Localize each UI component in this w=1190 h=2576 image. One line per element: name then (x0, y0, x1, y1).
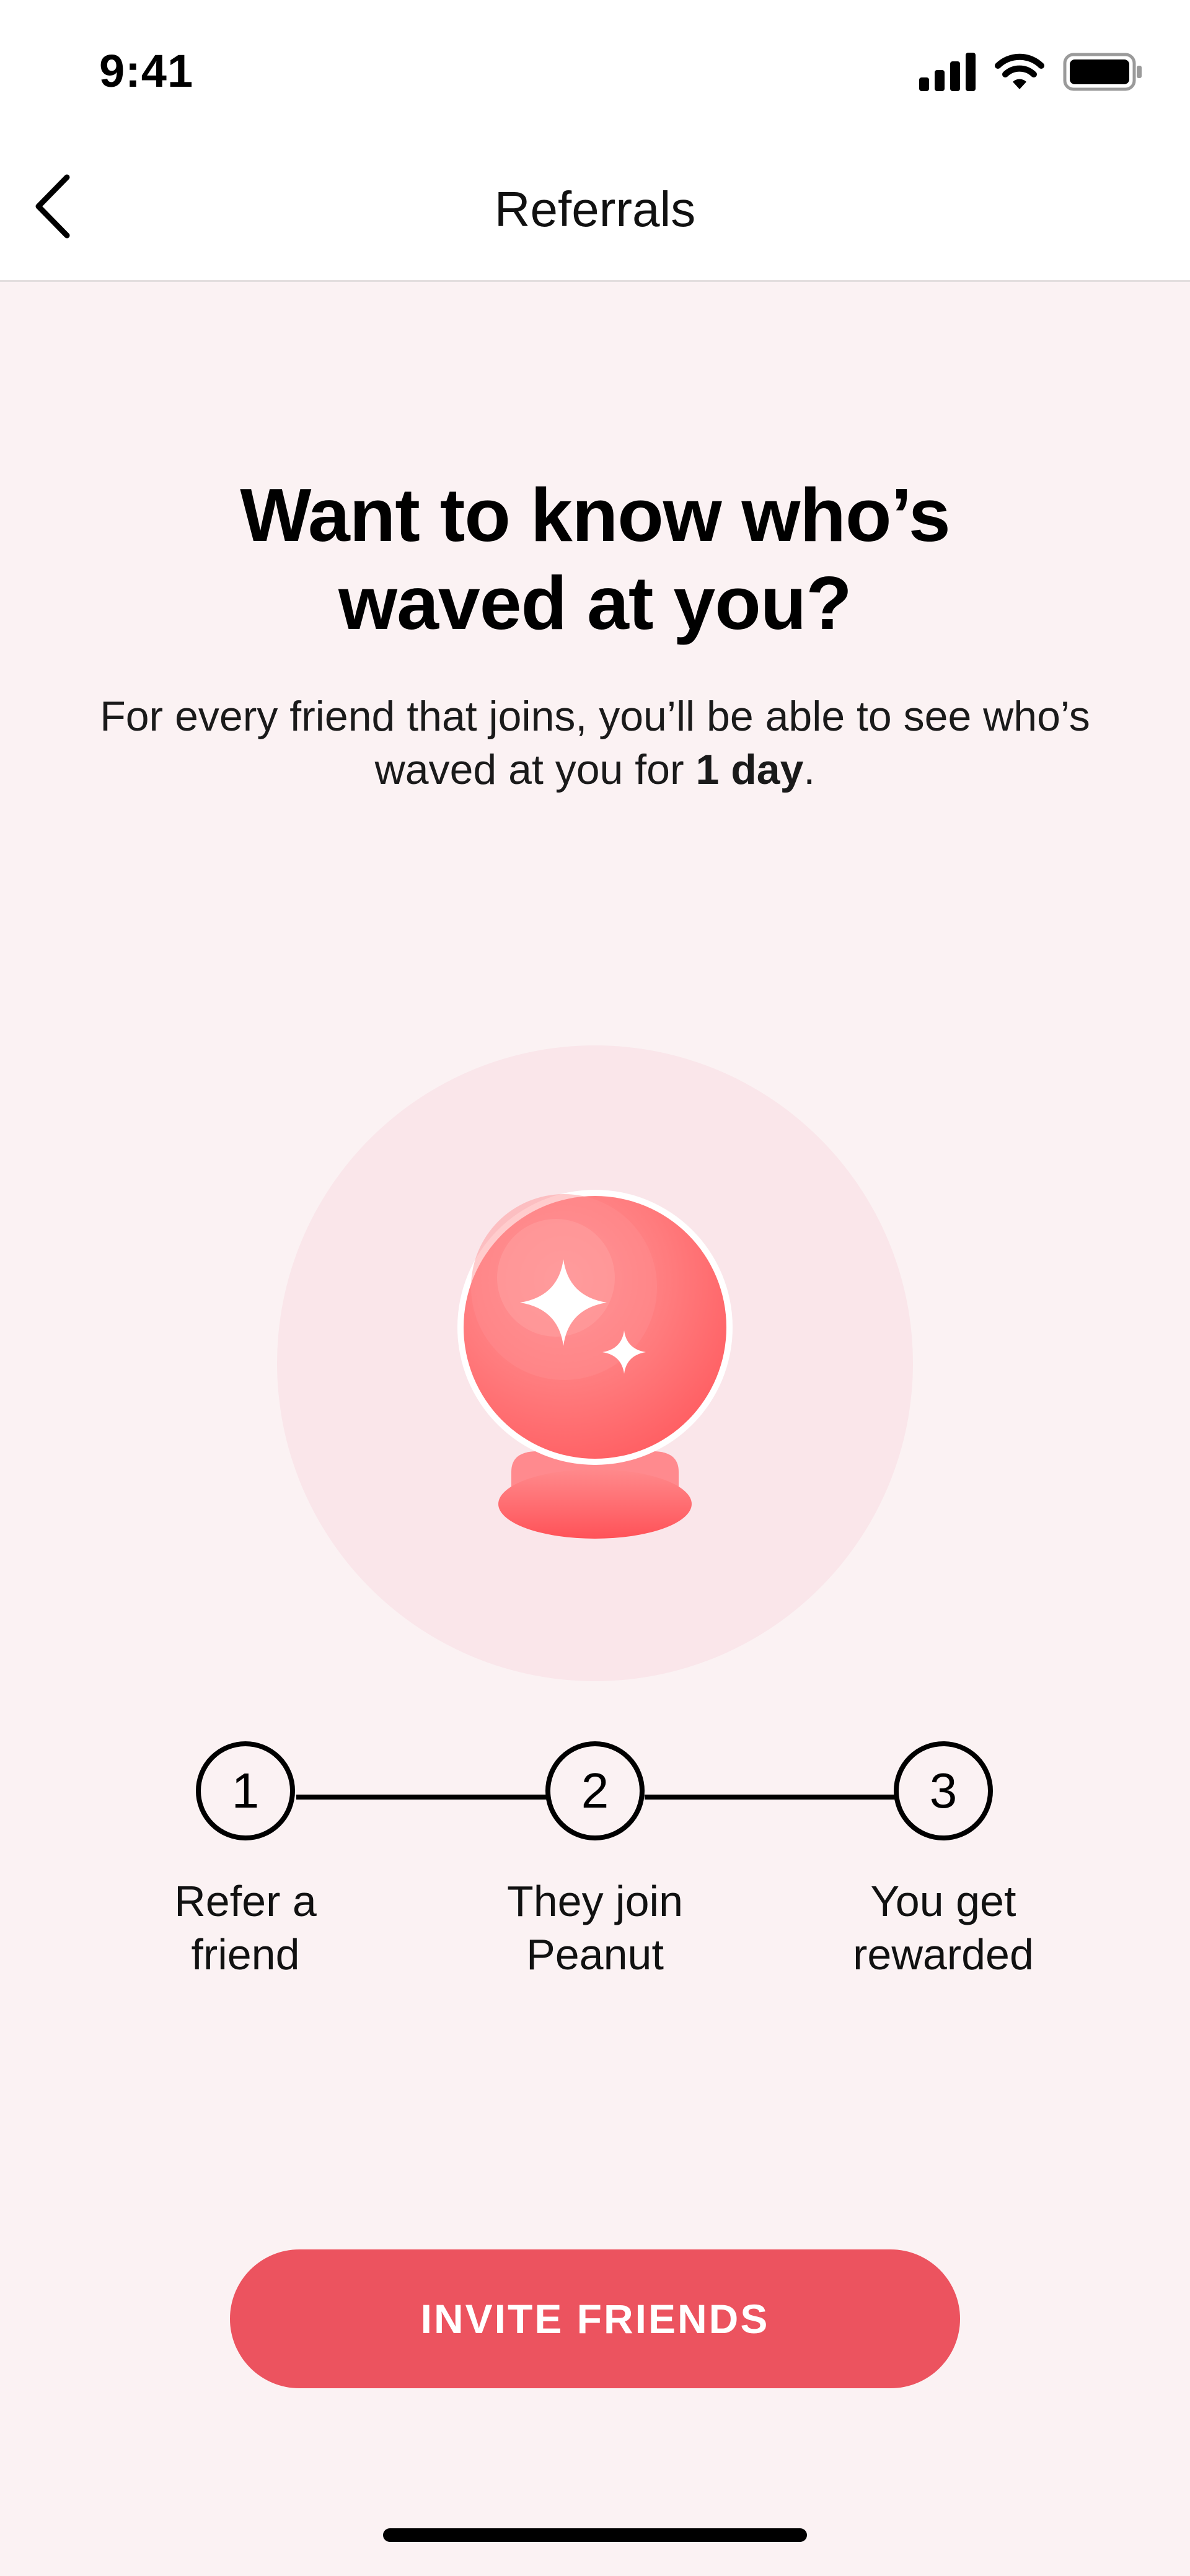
referrals-screen: 9:41 Referrals Want to know who’s waved … (0, 0, 1190, 2576)
nav-header: Referrals (0, 136, 1190, 282)
step-2-circle: 2 (545, 1741, 645, 1840)
page-title: Referrals (494, 182, 696, 237)
step-connector (645, 1795, 896, 1800)
battery-icon (1063, 53, 1144, 94)
crystal-ball-illustration (277, 1045, 913, 1681)
step-3-circle: 3 (894, 1741, 993, 1840)
step-connector (296, 1795, 548, 1800)
referral-steps: 1 2 3 Refer a friend They join Peanut Yo… (0, 1741, 1190, 1989)
step-3-label: You get rewarded (853, 1877, 1034, 1979)
status-time: 9:41 (99, 45, 194, 97)
subtext: For every friend that joins, you’ll be a… (87, 690, 1103, 796)
step-1-circle: 1 (196, 1741, 295, 1840)
step-1-label: Refer a friend (174, 1877, 317, 1979)
status-bar: 9:41 (0, 0, 1190, 136)
invite-friends-button[interactable]: INVITE FRIENDS (230, 2249, 960, 2388)
headline: Want to know who’s waved at you? (240, 473, 950, 645)
subtext-prefix: For every friend that joins, you’ll be a… (100, 693, 1090, 793)
subtext-duration: 1 day (695, 746, 804, 793)
home-indicator (383, 2528, 807, 2542)
cellular-signal-icon (919, 52, 976, 94)
wifi-icon (995, 53, 1044, 94)
crystal-ball-icon (277, 1045, 913, 1681)
status-icons (919, 48, 1144, 98)
step-2-label: They join Peanut (506, 1877, 684, 1979)
subtext-suffix: . (803, 746, 816, 793)
